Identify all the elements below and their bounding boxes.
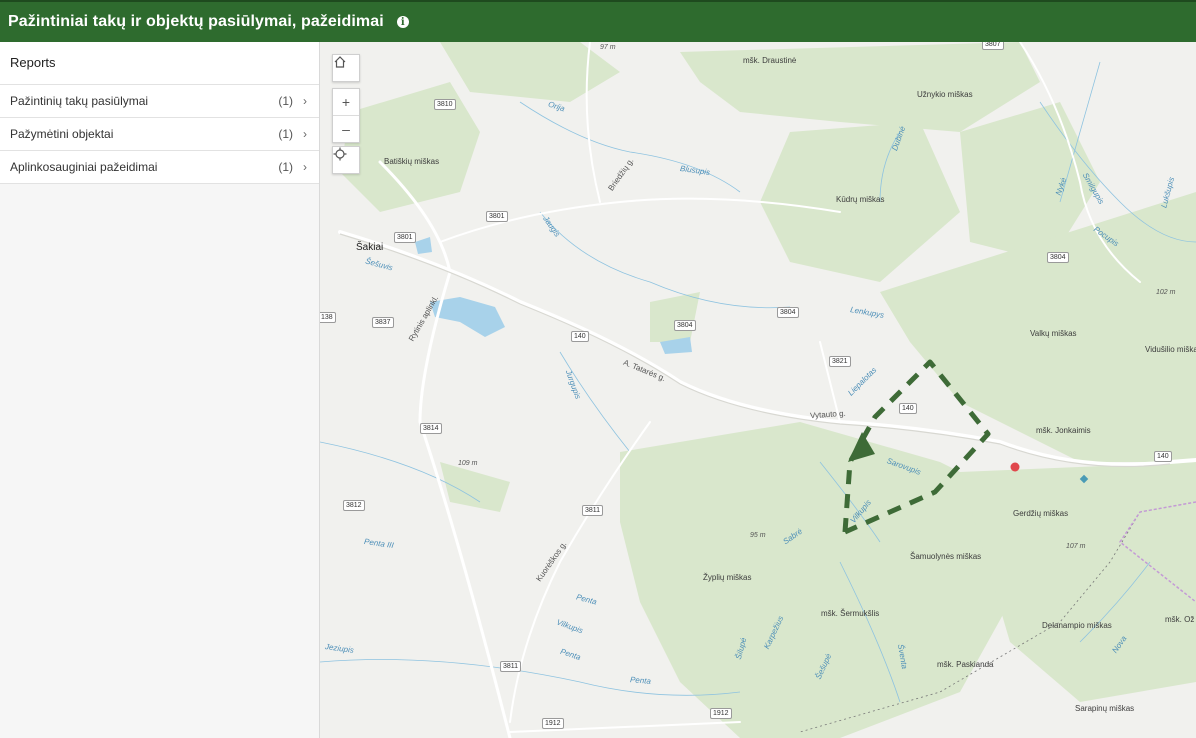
place-label: Valkų miškas xyxy=(1030,329,1077,338)
place-label: Žyplių miškas xyxy=(703,573,752,582)
road-shield: 140 xyxy=(899,403,917,414)
road-main xyxy=(378,160,512,738)
locate-button[interactable] xyxy=(333,147,359,173)
river-line xyxy=(519,101,741,193)
zoom-in-button[interactable]: + xyxy=(333,89,359,115)
home-control xyxy=(332,54,360,82)
report-item-label: Pažintinių takų pasiūlymai xyxy=(10,94,149,108)
chevron-right-icon: › xyxy=(303,160,307,174)
road-shield: 1912 xyxy=(710,708,732,719)
river-label: Penta xyxy=(629,675,652,686)
report-item-count: (1) xyxy=(278,160,293,174)
road-shield: 3812 xyxy=(343,500,365,511)
info-icon[interactable]: i xyxy=(396,16,409,28)
road-shield: 3821 xyxy=(829,356,851,367)
report-item-trail-proposals[interactable]: Pažintinių takų pasiūlymai (1) › xyxy=(0,85,319,118)
place-label: Batiškių miškas xyxy=(384,157,440,166)
sidebar: Reports Pažintinių takų pasiūlymai (1) ›… xyxy=(0,42,320,738)
place-label: Kūdrų miškas xyxy=(836,195,885,204)
elevation-label: 109 m xyxy=(458,460,478,467)
place-label: Užnykio miškas xyxy=(917,90,973,99)
report-item-environmental-violations[interactable]: Aplinkosauginiai pažeidimai (1) › xyxy=(0,151,319,184)
place-label: Gerdžių miškas xyxy=(1013,509,1069,518)
road-shield: 138 xyxy=(320,312,336,323)
road-shield: 3814 xyxy=(420,423,442,434)
place-label: Sarapinų miškas xyxy=(1075,704,1135,713)
road-shield: 3810 xyxy=(434,99,456,110)
report-point-red xyxy=(1010,462,1020,472)
locate-control xyxy=(332,146,360,174)
forest-area xyxy=(680,42,1040,132)
forest-area xyxy=(440,462,510,512)
reports-title: Reports xyxy=(0,42,319,85)
zoom-out-button[interactable]: – xyxy=(333,115,359,142)
locate-icon xyxy=(333,147,347,161)
road-shield: 3804 xyxy=(1047,252,1069,263)
place-label: mšk. Jonkaimis xyxy=(1036,426,1091,435)
place-label: Delanampio miškas xyxy=(1042,621,1112,630)
forest-area xyxy=(650,292,700,342)
chevron-right-icon: › xyxy=(303,127,307,141)
road-shield: 3804 xyxy=(777,307,799,318)
road-shield: 3804 xyxy=(674,320,696,331)
place-label: mšk. Draustinė xyxy=(743,56,797,65)
road-shield: 3837 xyxy=(372,317,394,328)
road-shield: 3801 xyxy=(394,232,416,243)
home-icon xyxy=(334,56,346,68)
home-button[interactable] xyxy=(333,55,359,81)
town-label: Šakiai xyxy=(356,242,384,253)
report-item-count: (1) xyxy=(278,127,293,141)
road-shield: 1912 xyxy=(542,718,564,729)
forest-area xyxy=(620,422,1020,738)
report-item-label: Pažymėtini objektai xyxy=(10,127,114,141)
river-line xyxy=(539,211,791,309)
reports-panel: Reports Pažintinių takų pasiūlymai (1) ›… xyxy=(0,42,319,184)
road-shield: 3807 xyxy=(982,42,1004,50)
place-label: mšk. Šermukšlis xyxy=(821,609,880,618)
river-line xyxy=(559,351,631,453)
place-label: mšk. Paskianda xyxy=(937,660,994,669)
place-label: mšk. Ož xyxy=(1165,615,1195,624)
chevron-right-icon: › xyxy=(303,94,307,108)
road-shield: 3811 xyxy=(582,505,604,516)
road-shield: 140 xyxy=(571,331,589,342)
forest-area xyxy=(960,462,1196,702)
road-shield: 3801 xyxy=(486,211,508,222)
elevation-label: 97 m xyxy=(600,44,616,51)
app-header: Pažintiniai takų ir objektų pasiūlymai, … xyxy=(0,0,1196,42)
road-shield: 140 xyxy=(1154,451,1172,462)
road-shield: 3811 xyxy=(500,661,522,672)
zoom-control: + – xyxy=(332,88,360,143)
report-item-label: Aplinkosauginiai pažeidimai xyxy=(10,160,158,174)
place-label: Vidušilio miškas xyxy=(1145,345,1196,354)
app-title: Pažintiniai takų ir objektų pasiūlymai, … xyxy=(8,13,384,30)
elevation-label: 95 m xyxy=(750,532,766,539)
forest-area xyxy=(440,42,620,102)
report-item-count: (1) xyxy=(278,94,293,108)
elevation-label: 107 m xyxy=(1066,543,1086,550)
map-view[interactable]: + – Šakiai mšk. Draustinė Užnykio miškas… xyxy=(320,42,1196,738)
report-item-marked-objects[interactable]: Pažymėtini objektai (1) › xyxy=(0,118,319,151)
place-label: Šamuolynės miškas xyxy=(910,552,982,561)
lake xyxy=(415,237,432,254)
forest-area xyxy=(340,82,480,212)
basemap xyxy=(320,42,1196,738)
elevation-label: 102 m xyxy=(1156,289,1176,296)
